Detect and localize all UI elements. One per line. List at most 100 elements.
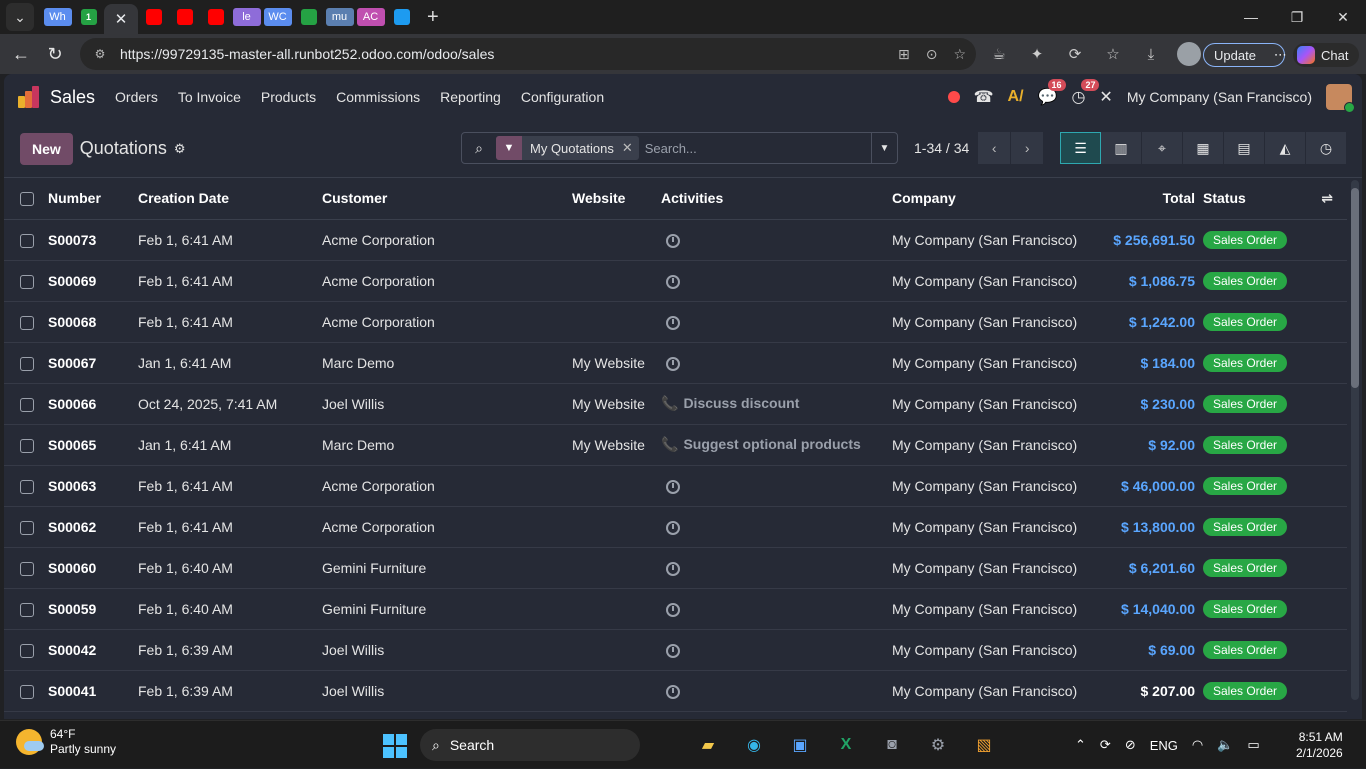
store-icon[interactable]: ▣ <box>784 729 816 761</box>
schedule-activity-clock-icon[interactable] <box>666 602 680 617</box>
taskbar-clock[interactable]: 8:51 AM 2/1/2026 <box>1296 729 1343 761</box>
schedule-activity-clock-icon[interactable] <box>666 643 680 658</box>
list-scrollbar[interactable] <box>1351 180 1359 700</box>
column-header-total[interactable]: Total <box>1092 178 1203 220</box>
table-row[interactable]: S00068 Feb 1, 6:41 AM Acme Corporation My C… <box>4 301 1347 343</box>
search-input[interactable] <box>644 140 845 156</box>
table-row[interactable]: S00063 Feb 1, 6:41 AM Acme Corporation My C… <box>4 465 1347 507</box>
user-avatar[interactable] <box>1326 84 1355 113</box>
scrollbar-thumb[interactable] <box>1351 188 1359 388</box>
more-icon[interactable]: ⊙ <box>926 46 938 63</box>
schedule-activity-clock-icon[interactable] <box>666 684 680 699</box>
company-switcher[interactable]: My Company (San Francisco) <box>1127 89 1312 105</box>
apps-icon[interactable]: ⊞ <box>898 46 910 63</box>
schedule-activity-clock-icon[interactable] <box>666 561 680 576</box>
browser-tab[interactable]: Wh <box>42 4 73 30</box>
edge-browser-icon[interactable]: ◉ <box>738 729 770 761</box>
row-checkbox[interactable] <box>20 561 34 576</box>
browser-tab[interactable]: le <box>231 4 262 30</box>
activities-icon[interactable]: ◷ 27 <box>1071 79 1100 107</box>
menu-item-configuration[interactable]: Configuration <box>511 89 614 105</box>
column-header-number[interactable]: Number <box>48 178 138 220</box>
column-header-customer[interactable]: Customer <box>322 178 572 220</box>
update-button[interactable]: Update ⋯ <box>1203 43 1287 67</box>
activity-view-button[interactable]: ◷ <box>1306 132 1347 164</box>
file-explorer-icon[interactable]: ▰ <box>692 729 724 761</box>
schedule-activity-clock-icon[interactable] <box>666 274 680 289</box>
address-bar[interactable]: ⚙ https://99729135-master-all.runbot252.… <box>80 38 976 70</box>
extension-icon[interactable]: ☕ <box>986 41 1012 67</box>
excel-icon[interactable]: X <box>830 729 862 761</box>
pager-next-button[interactable]: › <box>1011 132 1044 164</box>
browser-tab[interactable] <box>169 4 200 30</box>
chevron-up-icon[interactable]: ⌃ <box>1075 737 1086 753</box>
browser-tab[interactable] <box>386 4 417 30</box>
graph-view-button[interactable]: ◭ <box>1265 132 1306 164</box>
activity-summary[interactable]: Discuss discount <box>683 395 799 411</box>
browser-tab[interactable]: 1 <box>73 4 104 30</box>
row-checkbox[interactable] <box>20 356 34 371</box>
ai-icon[interactable]: A/ <box>1008 88 1024 106</box>
site-info-icon[interactable]: ⚙ <box>92 46 108 62</box>
table-row[interactable]: S00065 Jan 1, 6:41 AM Marc Demo My Website 📞… <box>4 424 1347 466</box>
camera-icon[interactable]: ◙ <box>876 729 908 761</box>
weather-widget[interactable]: 64°F Partly sunny <box>16 727 116 757</box>
map-view-button[interactable]: ⌖ <box>1142 132 1183 164</box>
menu-item-commissions[interactable]: Commissions <box>326 89 430 105</box>
favorite-star-icon[interactable]: ☆ <box>953 46 966 63</box>
schedule-activity-clock-icon[interactable] <box>666 315 680 330</box>
column-header-creation-date[interactable]: Creation Date <box>138 178 322 220</box>
new-tab-button[interactable]: + <box>427 6 439 29</box>
activity-summary[interactable]: Suggest optional products <box>683 436 860 452</box>
column-header-company[interactable]: Company <box>892 178 1092 220</box>
browser-tab[interactable] <box>138 4 169 30</box>
tab-actions-menu-button[interactable]: ⌄ <box>6 3 34 31</box>
phone-icon[interactable]: ☎ <box>974 87 994 107</box>
kanban-view-button[interactable]: ▥ <box>1101 132 1142 164</box>
optional-columns-toggle-icon[interactable]: ⇌ <box>1303 178 1347 220</box>
taskbar-search[interactable]: ⌕ Search <box>420 729 640 761</box>
search-icon[interactable]: ⌕ <box>462 140 496 157</box>
debug-tools-icon[interactable]: ✕ <box>1099 87 1112 107</box>
browser-tab[interactable] <box>293 4 324 30</box>
puzzle-icon[interactable]: ✦ <box>1024 41 1050 67</box>
wifi-icon[interactable]: ◠ <box>1192 737 1203 753</box>
row-checkbox[interactable] <box>20 315 34 330</box>
table-row[interactable]: S00066 Oct 24, 2025, 7:41 AM Joel Willis My… <box>4 383 1347 425</box>
back-button[interactable]: ← <box>4 37 38 71</box>
copilot-chat-button[interactable]: Chat <box>1293 43 1359 67</box>
browser-tab[interactable]: WC <box>262 4 293 30</box>
row-checkbox[interactable] <box>20 479 34 494</box>
messages-icon[interactable]: 💬 16 <box>1038 79 1066 107</box>
schedule-activity-clock-icon[interactable] <box>666 356 680 371</box>
table-row[interactable]: S00042 Feb 1, 6:39 AM Joel Willis My Compan… <box>4 629 1347 671</box>
table-row[interactable]: S00060 Feb 1, 6:40 AM Gemini Furniture My C… <box>4 547 1347 589</box>
close-tab-icon[interactable]: ✕ <box>115 10 128 28</box>
settings-gear-icon[interactable]: ⚙ <box>922 729 954 761</box>
gear-icon[interactable]: ⚙ <box>174 141 186 157</box>
search-options-toggle[interactable]: ▼ <box>871 133 897 163</box>
downloads-icon[interactable]: ⤓ <box>1138 41 1164 67</box>
table-row[interactable]: S00062 Feb 1, 6:41 AM Acme Corporation My C… <box>4 506 1347 548</box>
row-checkbox[interactable] <box>20 438 34 453</box>
row-checkbox[interactable] <box>20 397 34 412</box>
row-checkbox[interactable] <box>20 274 34 289</box>
menu-item-reporting[interactable]: Reporting <box>430 89 511 105</box>
favorites-icon[interactable]: ☆ <box>1100 41 1126 67</box>
sync-icon[interactable]: ⟳ <box>1100 737 1111 753</box>
close-window-button[interactable]: ✕ <box>1320 0 1366 34</box>
language-indicator[interactable]: ENG <box>1150 738 1178 753</box>
record-indicator-icon[interactable] <box>947 91 960 103</box>
select-all-checkbox[interactable] <box>20 192 34 207</box>
schedule-activity-clock-icon[interactable] <box>666 233 680 248</box>
column-header-website[interactable]: Website <box>572 178 661 220</box>
volume-icon[interactable]: 🔈 <box>1217 737 1233 753</box>
menu-item-orders[interactable]: Orders <box>105 89 168 105</box>
phone-call-icon[interactable]: 📞 <box>661 395 678 411</box>
active-browser-tab[interactable]: ✕ <box>104 4 138 34</box>
phone-call-icon[interactable]: 📞 <box>661 436 678 452</box>
pager-value[interactable]: 1-34 / 34 <box>914 140 969 156</box>
row-checkbox[interactable] <box>20 684 34 699</box>
app-name[interactable]: Sales <box>50 87 95 108</box>
calendar-view-button[interactable]: ▦ <box>1183 132 1224 164</box>
